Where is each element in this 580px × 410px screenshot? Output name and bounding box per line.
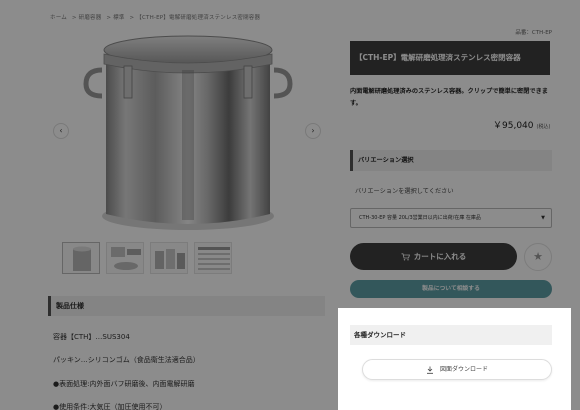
product-title: 【CTH-EP】電解研磨処理済ステンレス密閉容器	[350, 41, 550, 75]
thumbnail-set-image	[155, 249, 185, 269]
spec-line: 容器【CTH】…SUS304	[53, 333, 130, 341]
spec-line: ●使用条件:大気圧（加圧使用不可）	[53, 403, 167, 410]
gallery-thumbnails	[62, 242, 232, 276]
variation-note: バリエーションを選択してください	[355, 188, 454, 195]
add-to-cart-button[interactable]: カートに入れる	[350, 243, 517, 270]
product-price: ￥95,040 (税込)	[493, 118, 550, 131]
download-heading: 各種ダウンロード	[350, 325, 552, 345]
chevron-down-icon: ▼	[541, 215, 545, 221]
drawing-download-button[interactable]: 図面ダウンロード	[362, 359, 552, 380]
spec-heading: 製品仕様	[48, 296, 325, 316]
thumbnail-parts-image	[111, 247, 141, 270]
breadcrumb: ホーム > 研磨容器 > 標準 > 【CTH-EP】電解研磨処理済ステンレス密閉…	[50, 13, 263, 21]
breadcrumb-item: > 【CTH-EP】電解研磨処理済ステンレス密閉容器	[129, 15, 261, 21]
spec-line: パッキン…シリコンゴム（食品衛生法適合品）	[53, 356, 200, 364]
thumbnail-2[interactable]	[106, 242, 144, 274]
breadcrumb-item[interactable]: > 標準	[106, 15, 124, 21]
variation-select[interactable]: CTH-30-EP 容量 20L/3営業日以内に出荷/在庫 在庫品 ▼	[350, 208, 552, 228]
container-image	[83, 35, 293, 230]
download-icon	[426, 366, 433, 374]
add-to-cart-label: カートに入れる	[413, 252, 467, 261]
gallery-next-button[interactable]: ›	[305, 123, 321, 139]
variation-heading: バリエーション選択	[350, 150, 552, 171]
product-page: ホーム > 研磨容器 > 標準 > 【CTH-EP】電解研磨処理済ステンレス密閉…	[0, 0, 580, 410]
gallery-prev-button[interactable]: ‹	[53, 123, 69, 139]
tax-note: (税込)	[536, 124, 551, 130]
thumbnail-container-image	[73, 246, 91, 271]
thumbnail-1[interactable]	[62, 242, 100, 274]
thumbnail-3[interactable]	[150, 242, 188, 274]
consult-button[interactable]: 製品について相談する	[350, 280, 552, 298]
star-icon: ★	[533, 250, 543, 263]
breadcrumb-item[interactable]: ホーム	[50, 15, 67, 21]
thumbnail-4[interactable]	[194, 242, 232, 274]
product-main-image	[48, 28, 328, 238]
favorite-button[interactable]: ★	[524, 243, 552, 271]
thumbnail-table-image	[198, 247, 230, 270]
product-description: 内面電解研磨処理済みのステンレス容器。クリップで簡単に密閉できます。	[350, 88, 548, 107]
download-panel: 各種ダウンロード 図面ダウンロード	[338, 308, 571, 410]
spec-line: ●表面処理:内外面バフ研磨後、内面電解研磨	[53, 380, 195, 388]
drawing-download-label: 図面ダウンロード	[439, 366, 488, 373]
variation-selected: CTH-30-EP 容量 20L/3営業日以内に出荷/在庫 在庫品	[359, 215, 481, 221]
price-value: ￥95,040	[493, 121, 534, 131]
breadcrumb-item[interactable]: > 研磨容器	[72, 15, 102, 21]
product-code: 品番：CTH-EP	[515, 30, 552, 36]
cart-icon	[401, 253, 410, 261]
